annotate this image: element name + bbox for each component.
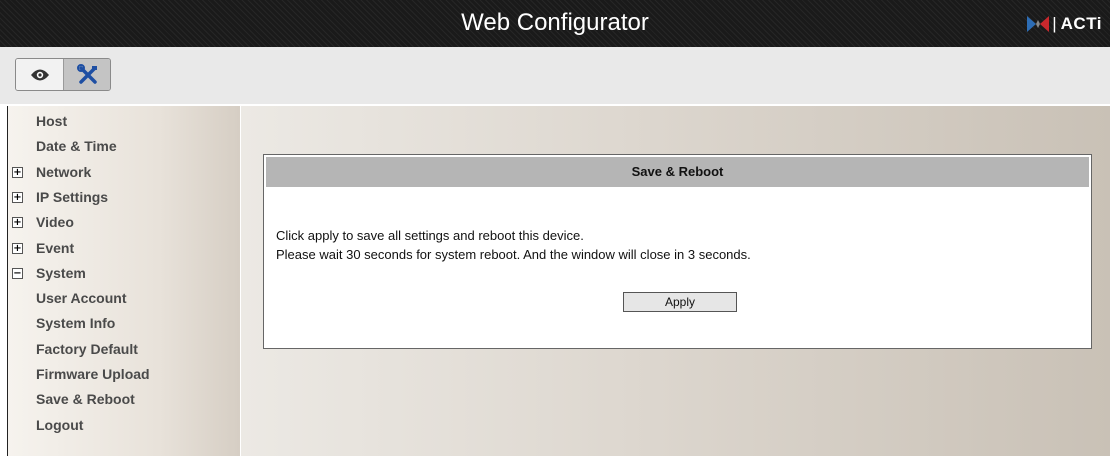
expand-icon-ip-settings[interactable]: + (12, 192, 23, 203)
sidebar-item-firmware-upload[interactable]: Firmware Upload (36, 366, 150, 382)
sidebar-item-save-and-reboot[interactable]: Save & Reboot (36, 391, 135, 407)
tools-icon (76, 63, 97, 84)
expand-icon-video[interactable]: + (12, 217, 23, 228)
main-content: Save & Reboot Click apply to save all se… (241, 106, 1110, 456)
title-bar: Web Configurator | ACTi (0, 0, 1110, 47)
expand-icon-event[interactable]: + (12, 243, 23, 254)
instruction-text: Click apply to save all settings and reb… (276, 228, 584, 243)
sidebar-item-video[interactable]: Video (36, 214, 74, 230)
mode-toolbar (0, 47, 1110, 105)
wait-notice-text: Please wait 30 seconds for system reboot… (276, 247, 751, 262)
mode-switch (15, 58, 111, 91)
sidebar-item-factory-default[interactable]: Factory Default (36, 341, 138, 357)
sidebar-item-network[interactable]: Network (36, 164, 91, 180)
sidebar-item-system[interactable]: System (36, 265, 86, 281)
expand-icon-network[interactable]: + (12, 167, 23, 178)
sidebar-nav: Host Date & Time + Network + IP Settings + Vide… (7, 106, 242, 456)
app-title: Web Configurator (461, 9, 649, 36)
sidebar-item-ip-settings[interactable]: IP Settings (36, 189, 108, 205)
sidebar-item-user-account[interactable]: User Account (36, 290, 127, 306)
sidebar-item-logout[interactable]: Logout (36, 417, 83, 433)
sidebar-item-host[interactable]: Host (36, 113, 67, 129)
apply-button[interactable]: Apply (623, 292, 737, 312)
collapse-icon-system[interactable]: − (12, 268, 23, 279)
logo-separator: | (1052, 14, 1057, 33)
logo-text: ACTi (1060, 14, 1102, 33)
sidebar-item-event[interactable]: Event (36, 240, 74, 256)
view-mode-button[interactable] (16, 59, 63, 90)
acti-logo: | ACTi (1027, 14, 1102, 34)
eye-icon (30, 69, 49, 80)
sidebar-item-date-and-time[interactable]: Date & Time (36, 138, 117, 154)
logo-mark-icon (1027, 16, 1050, 32)
save-reboot-panel: Save & Reboot Click apply to save all se… (263, 154, 1092, 349)
sidebar-item-system-info[interactable]: System Info (36, 315, 115, 331)
config-mode-button[interactable] (63, 59, 110, 90)
panel-title: Save & Reboot (266, 157, 1089, 187)
